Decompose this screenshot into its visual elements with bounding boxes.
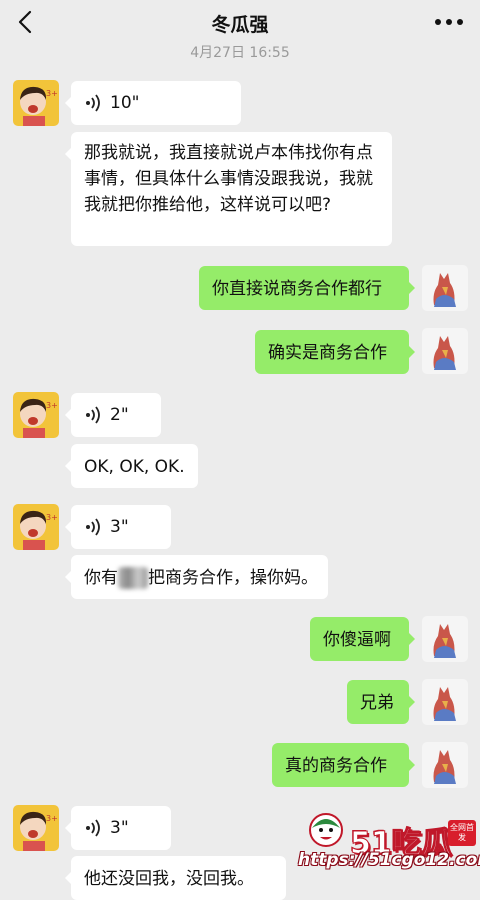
text-message[interactable]: 真的商务合作 <box>272 743 415 787</box>
message-text: 确实是商务合作 <box>268 343 387 363</box>
voice-wave-icon <box>86 518 100 536</box>
svg-text:3+: 3+ <box>46 89 58 98</box>
watermark-url: https://51cgo12.com/ <box>298 850 480 870</box>
avatar[interactable] <box>422 742 468 788</box>
contact-avatar-image: 3+ <box>13 805 59 851</box>
self-avatar-image <box>422 265 468 311</box>
contact-avatar-image: 3+ <box>13 504 59 550</box>
voice-wave-icon <box>86 406 100 424</box>
voice-duration: 3" <box>110 818 129 838</box>
message-text: 他还没回我，没回我。 <box>84 869 254 889</box>
voice-duration: 10" <box>110 93 140 113</box>
more-dots-icon[interactable] <box>434 18 464 26</box>
avatar[interactable] <box>422 616 468 662</box>
message-text-part: 把商务合作，操你妈。 <box>148 568 318 588</box>
text-message[interactable]: 你傻逼啊 <box>310 617 415 661</box>
voice-message[interactable]: 10" <box>65 81 241 125</box>
text-message[interactable]: 你直接说商务合作都行 <box>199 266 415 310</box>
message-text: 你直接说商务合作都行 <box>212 279 382 299</box>
message-text-part: 你有 <box>84 568 118 588</box>
voice-duration: 3" <box>110 517 129 537</box>
chat-header: 冬瓜强 <box>0 0 480 44</box>
redaction-blur <box>118 567 148 589</box>
text-message[interactable]: 那我就说，我直接就说卢本伟找你有点事情，但具体什么事情没跟我说，我就我就把你推给… <box>65 132 392 246</box>
contact-avatar-image: 3+ <box>13 392 59 438</box>
avatar[interactable]: 3+ <box>13 504 59 550</box>
voice-message[interactable]: 2" <box>65 393 161 437</box>
message-text: 兄弟 <box>360 693 394 713</box>
voice-message[interactable]: 3" <box>65 806 171 850</box>
message-timestamp: 4月27日 16:55 <box>190 45 290 61</box>
self-avatar-image <box>422 679 468 725</box>
avatar[interactable] <box>422 679 468 725</box>
svg-text:3+: 3+ <box>46 814 58 823</box>
text-message[interactable]: 兄弟 <box>347 680 415 724</box>
voice-duration: 2" <box>110 405 129 425</box>
contact-avatar-image: 3+ <box>13 80 59 126</box>
svg-text:3+: 3+ <box>46 513 58 522</box>
message-text: OK, OK, OK. <box>84 457 185 477</box>
self-avatar-image <box>422 616 468 662</box>
self-avatar-image <box>422 328 468 374</box>
self-avatar-image <box>422 742 468 788</box>
message-text: 那我就说，我直接就说卢本伟找你有点事情，但具体什么事情没跟我说，我就我就把你推给… <box>84 143 373 215</box>
text-message[interactable]: 确实是商务合作 <box>255 330 415 374</box>
voice-message[interactable]: 3" <box>65 505 171 549</box>
avatar[interactable] <box>422 265 468 311</box>
svg-text:3+: 3+ <box>46 401 58 410</box>
message-text: 真的商务合作 <box>285 756 387 776</box>
chat-title: 冬瓜强 <box>211 14 269 36</box>
watermark-badge: 全网首发 <box>448 820 476 846</box>
voice-wave-icon <box>86 819 100 837</box>
avatar[interactable]: 3+ <box>13 805 59 851</box>
avatar[interactable]: 3+ <box>13 80 59 126</box>
message-text: 你傻逼啊 <box>323 630 391 650</box>
avatar[interactable]: 3+ <box>13 392 59 438</box>
text-message[interactable]: OK, OK, OK. <box>65 444 198 488</box>
voice-wave-icon <box>86 94 100 112</box>
text-message[interactable]: 你有 把商务合作，操你妈。 <box>65 555 328 599</box>
text-message[interactable]: 他还没回我，没回我。 <box>65 856 286 900</box>
avatar[interactable] <box>422 328 468 374</box>
